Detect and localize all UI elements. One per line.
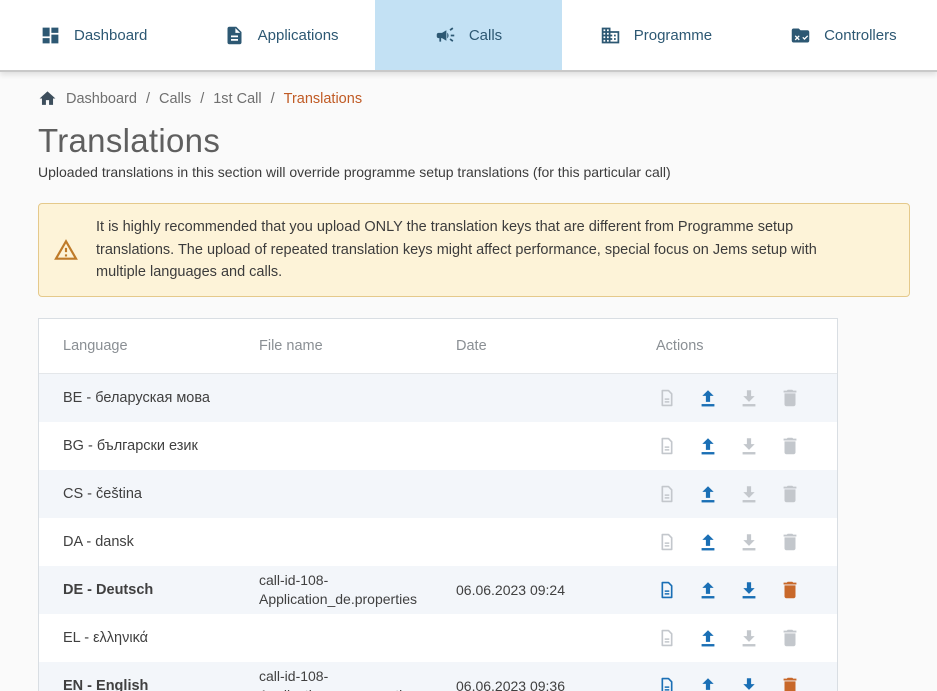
- programme-building-icon: [600, 25, 621, 46]
- language-cell: BG - български език: [63, 438, 259, 454]
- delete-icon: [779, 483, 801, 505]
- table-row: BE - беларуская мова: [39, 374, 837, 422]
- calls-megaphone-icon: [435, 25, 456, 46]
- column-header-date: Date: [456, 338, 656, 354]
- breadcrumb-current-translations: Translations: [284, 91, 362, 107]
- breadcrumb: Dashboard / Calls / 1st Call / Translati…: [38, 72, 937, 108]
- controllers-folder-icon: [790, 25, 811, 46]
- file-name-cell: [259, 393, 456, 403]
- tab-programme[interactable]: Programme: [562, 0, 749, 70]
- delete-icon: [779, 387, 801, 409]
- file-name-cell: call-id-108-Application_en.properties: [259, 662, 456, 691]
- page-subtitle: Uploaded translations in this section wi…: [38, 164, 937, 180]
- table-row: DA - dansk: [39, 518, 837, 566]
- tab-label: Calls: [469, 27, 502, 44]
- file-icon: [656, 627, 678, 649]
- language-cell: EL - ελληνικά: [63, 630, 259, 646]
- upload-icon[interactable]: [697, 387, 719, 409]
- download-icon[interactable]: [738, 579, 760, 601]
- file-icon: [656, 483, 678, 505]
- actions-cell: [656, 579, 837, 601]
- language-cell: BE - беларуская мова: [63, 390, 259, 406]
- file-name-cell: [259, 633, 456, 643]
- download-icon: [738, 435, 760, 457]
- delete-icon[interactable]: [779, 579, 801, 601]
- tab-calls[interactable]: Calls: [375, 0, 562, 70]
- file-name-cell: [259, 489, 456, 499]
- table-header-row: Language File name Date Actions: [39, 319, 837, 374]
- actions-cell: [656, 675, 837, 691]
- tab-applications[interactable]: Applications: [187, 0, 374, 70]
- download-icon: [738, 483, 760, 505]
- table-row: EN - English call-id-108-Application_en.…: [39, 662, 837, 691]
- download-icon: [738, 627, 760, 649]
- page-content: Dashboard / Calls / 1st Call / Translati…: [0, 72, 937, 691]
- column-header-language: Language: [63, 338, 259, 354]
- language-cell: DE - Deutsch: [63, 582, 259, 598]
- breadcrumb-dashboard[interactable]: Dashboard: [66, 91, 137, 107]
- file-name-cell: [259, 441, 456, 451]
- tab-label: Dashboard: [74, 27, 147, 44]
- table-row: DE - Deutsch call-id-108-Application_de.…: [39, 566, 837, 614]
- actions-cell: [656, 387, 837, 409]
- column-header-actions: Actions: [656, 338, 837, 354]
- upload-icon[interactable]: [697, 531, 719, 553]
- delete-icon: [779, 627, 801, 649]
- table-row: BG - български език: [39, 422, 837, 470]
- upload-icon[interactable]: [697, 675, 719, 691]
- upload-icon[interactable]: [697, 483, 719, 505]
- breadcrumb-calls[interactable]: Calls: [159, 91, 191, 107]
- delete-icon: [779, 531, 801, 553]
- dashboard-icon: [40, 25, 61, 46]
- actions-cell: [656, 627, 837, 649]
- warning-text: It is highly recommended that you upload…: [96, 216, 838, 283]
- file-icon[interactable]: [656, 675, 678, 691]
- breadcrumb-1st-call[interactable]: 1st Call: [213, 91, 261, 107]
- date-cell: 06.06.2023 09:36: [456, 678, 656, 691]
- translations-table: Language File name Date Actions BE - бел…: [38, 318, 838, 691]
- file-icon: [656, 387, 678, 409]
- breadcrumb-separator: /: [146, 91, 150, 107]
- language-cell: DA - dansk: [63, 534, 259, 550]
- tab-label: Programme: [634, 27, 712, 44]
- language-cell: CS - čeština: [63, 486, 259, 502]
- upload-icon[interactable]: [697, 627, 719, 649]
- tab-label: Applications: [258, 27, 339, 44]
- tab-label: Controllers: [824, 27, 897, 44]
- warning-banner: It is highly recommended that you upload…: [38, 203, 910, 296]
- breadcrumb-separator: /: [200, 91, 204, 107]
- warning-triangle-icon: [53, 237, 79, 263]
- file-name-cell: [259, 537, 456, 547]
- actions-cell: [656, 483, 837, 505]
- download-icon: [738, 387, 760, 409]
- page-title: Translations: [38, 123, 937, 159]
- tab-dashboard[interactable]: Dashboard: [0, 0, 187, 70]
- language-cell: EN - English: [63, 678, 259, 691]
- upload-icon[interactable]: [697, 579, 719, 601]
- applications-file-icon: [224, 25, 245, 46]
- date-cell: 06.06.2023 09:24: [456, 582, 656, 598]
- home-icon[interactable]: [38, 89, 57, 108]
- top-nav: Dashboard Applications Calls Programme C…: [0, 0, 937, 72]
- breadcrumb-separator: /: [271, 91, 275, 107]
- delete-icon[interactable]: [779, 675, 801, 691]
- table-row: CS - čeština: [39, 470, 837, 518]
- table-row: EL - ελληνικά: [39, 614, 837, 662]
- file-icon[interactable]: [656, 579, 678, 601]
- delete-icon: [779, 435, 801, 457]
- upload-icon[interactable]: [697, 435, 719, 457]
- tab-controllers[interactable]: Controllers: [750, 0, 937, 70]
- download-icon: [738, 531, 760, 553]
- file-icon: [656, 435, 678, 457]
- actions-cell: [656, 531, 837, 553]
- download-icon[interactable]: [738, 675, 760, 691]
- actions-cell: [656, 435, 837, 457]
- column-header-file-name: File name: [259, 338, 456, 354]
- file-name-cell: call-id-108-Application_de.properties: [259, 566, 456, 614]
- file-icon: [656, 531, 678, 553]
